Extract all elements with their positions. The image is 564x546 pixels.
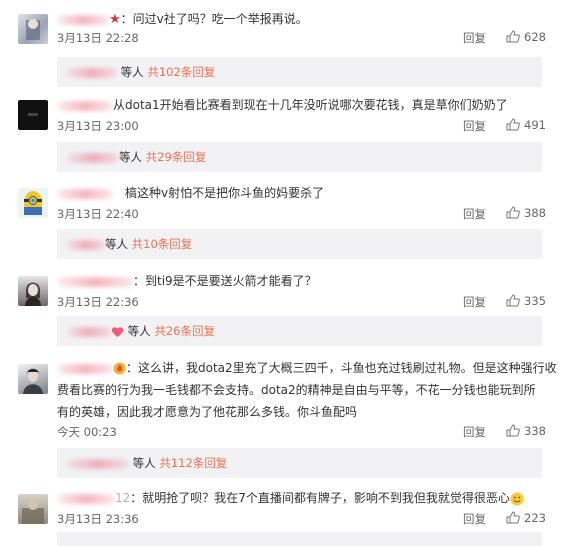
- sub-username-blurred: [67, 326, 111, 337]
- sub-deng: 等人: [105, 237, 128, 251]
- thumbs-up-icon: [506, 118, 520, 131]
- like-count: 491: [524, 118, 546, 132]
- like-count: 628: [524, 30, 546, 44]
- comment-text-line: 槁这种v射怕不是把你斗鱼的妈要杀了: [57, 182, 324, 204]
- comment-time: 3月13日 23:00: [57, 119, 139, 133]
- comment-text-line: 12：就明抢了呗？我在7个直播间都有牌子，影响不到我但我就觉得很恶心: [57, 487, 524, 509]
- sub-replies-box[interactable]: 等人 共26条回复: [57, 316, 542, 346]
- sub-replies-box[interactable]: 等人 共102条回复: [57, 57, 542, 87]
- avatar-image: [22, 500, 44, 524]
- comment-text-line: ★：问过v社了吗？吃一个举报再说。: [57, 8, 308, 31]
- thumbs-up-icon: [506, 511, 520, 524]
- thumbs-up-icon: [506, 294, 520, 307]
- fire-emoji-icon: [113, 362, 126, 375]
- reply-button[interactable]: 回复: [463, 118, 486, 134]
- comment-time: 今天 00:23: [57, 425, 117, 439]
- sub-username-blurred: [67, 152, 119, 163]
- thumbs-up-icon: [506, 424, 520, 437]
- avatar-image: [25, 282, 41, 306]
- reply-button[interactable]: 回复: [463, 206, 486, 222]
- thumbs-up-icon: [506, 30, 520, 43]
- comment-text: ：就明抢了呗？我在7个直播间都有牌子，影响不到我但我就觉得很恶心: [130, 491, 510, 505]
- comment-text-line: ：到ti9是不是要送火箭才能看了？: [57, 270, 317, 292]
- like-count: 223: [524, 511, 546, 525]
- sub-count-link[interactable]: 共112条回复: [159, 456, 227, 470]
- username-blurred[interactable]: [57, 493, 115, 504]
- comment-time: 3月13日 23:36: [57, 512, 139, 526]
- thumbs-up-icon: [506, 206, 520, 219]
- reply-button[interactable]: 回复: [463, 294, 486, 310]
- avatar[interactable]: [18, 276, 48, 306]
- sub-replies-box[interactable]: 等人 共29条回复: [57, 142, 542, 172]
- reply-button[interactable]: 回复: [463, 424, 486, 440]
- reply-button[interactable]: 回复: [463, 511, 486, 527]
- avatar[interactable]: [18, 494, 48, 524]
- sub-deng: 等人: [132, 456, 156, 470]
- like-count: 335: [524, 294, 546, 308]
- comment-time: 3月13日 22:28: [57, 31, 139, 45]
- comment-text: ：这么讲，我dota2里充了大概三四千，斗鱼也充过钱刷过礼物。但是这种强行收: [126, 361, 557, 375]
- heart-emoji-icon: [111, 326, 124, 337]
- comment-text: ：到ti9是不是要送火箭才能看了？: [133, 274, 317, 288]
- sub-count-link[interactable]: 共102条回复: [147, 65, 215, 79]
- like-button[interactable]: 628: [506, 30, 546, 44]
- sub-username-blurred: [67, 67, 117, 78]
- sub-username-blurred: [67, 239, 105, 250]
- username-blurred[interactable]: [57, 276, 133, 287]
- avatar[interactable]: [18, 14, 48, 44]
- sub-count-link[interactable]: 共26条回复: [154, 324, 215, 338]
- username-blurred[interactable]: [57, 188, 113, 199]
- comment-time: 3月13日 22:36: [57, 295, 139, 309]
- minion-avatar-image: [24, 191, 42, 215]
- like-button[interactable]: 335: [506, 294, 546, 308]
- comment-text-line: 从dota1开始看比赛看到现在十几年没听说哪次要花钱，真是草你们奶奶了: [57, 94, 508, 116]
- username-blurred[interactable]: [57, 100, 113, 111]
- sub-deng: 等人: [120, 65, 144, 79]
- username-blurred[interactable]: [57, 363, 113, 374]
- smile-emoji-icon: [510, 492, 524, 505]
- comment-text: 从dota1开始看比赛看到现在十几年没听说哪次要花钱，真是草你们奶奶了: [113, 98, 508, 112]
- username-suffix: 12: [115, 491, 131, 505]
- sub-replies-box[interactable]: 等人 共112条回复: [57, 448, 542, 478]
- comment-text-line: ：这么讲，我dota2里充了大概三四千，斗鱼也充过钱刷过礼物。但是这种强行收: [57, 357, 557, 379]
- sub-username-blurred: [67, 458, 129, 469]
- sub-deng: 等人: [119, 150, 142, 164]
- username-blurred[interactable]: [57, 14, 109, 25]
- sub-replies-box[interactable]: 等人 共10条回复: [57, 229, 542, 259]
- avatar-image: [28, 113, 38, 116]
- sub-count-link[interactable]: 共29条回复: [146, 150, 207, 164]
- red-star-icon: ★: [109, 12, 121, 27]
- avatar[interactable]: [18, 100, 48, 130]
- like-count: 338: [524, 424, 546, 438]
- comment-time: 3月13日 22:40: [57, 207, 139, 221]
- like-count: 388: [524, 206, 546, 220]
- reply-button[interactable]: 回复: [463, 30, 486, 46]
- sub-replies-box-partial: [57, 532, 542, 546]
- avatar-image: [26, 19, 40, 40]
- avatar[interactable]: [18, 188, 48, 218]
- sub-count-link[interactable]: 共10条回复: [132, 237, 193, 251]
- like-button[interactable]: 223: [506, 511, 546, 525]
- comment-text: 槁这种v射怕不是把你斗鱼的妈要杀了: [113, 186, 325, 200]
- like-button[interactable]: 338: [506, 424, 546, 438]
- like-button[interactable]: 388: [506, 206, 546, 220]
- like-button[interactable]: 491: [506, 118, 546, 132]
- comment-text: ：问过v社了吗？吃一个举报再说。: [120, 12, 308, 26]
- avatar[interactable]: [18, 364, 48, 394]
- sub-deng: 等人: [127, 324, 151, 338]
- comment-text-continued: 费看比赛的行为我一毛钱都不会支持。dota2的精神是自由与平等，不花一分钱也能玩…: [57, 383, 536, 419]
- avatar-image: [23, 368, 43, 394]
